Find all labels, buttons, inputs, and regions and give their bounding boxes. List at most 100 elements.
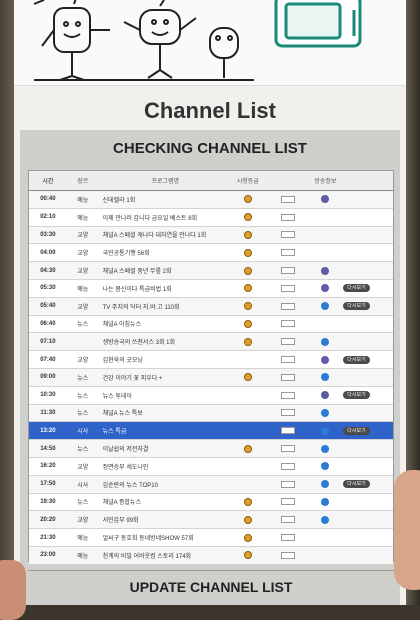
row-genre: 교양 bbox=[77, 464, 89, 471]
info-box-icon[interactable] bbox=[280, 462, 295, 470]
channel-table: 시간 장르 프로그램명 시청등급 방송정보 00:40 예능 신데렐라 1회 02:1… bbox=[28, 170, 394, 565]
table-row[interactable]: 13:20 시사 뉴스 특급 다시보기 bbox=[29, 422, 393, 441]
row-time: 16:20 bbox=[40, 463, 56, 470]
replay-button[interactable]: 다시보기 bbox=[343, 426, 370, 435]
row-program: 신데렐라 1회 bbox=[102, 197, 136, 204]
row-program: 정면승부 세도나인 bbox=[102, 464, 149, 471]
row-rating-cell bbox=[228, 213, 268, 222]
row-rating-cell bbox=[228, 373, 268, 382]
table-row[interactable]: 16:20 교양 정면승부 세도나인 bbox=[29, 458, 393, 476]
table-row[interactable]: 17:50 시사 김순란의 뉴스 TOP10 다시보기 bbox=[29, 475, 393, 494]
broadcast-info-icon[interactable] bbox=[321, 337, 330, 346]
update-channel-list-button[interactable]: UPDATE CHANNEL LIST bbox=[28, 570, 394, 602]
row-time: 19:30 bbox=[40, 498, 56, 505]
broadcast-info-icon[interactable] bbox=[321, 302, 330, 311]
row-program: 이날쉽의 저전자결 bbox=[102, 447, 149, 454]
broadcast-info-icon[interactable] bbox=[321, 497, 330, 506]
table-row[interactable]: 07:10 생방송국의 쓰쳔서스 3회 1회 bbox=[29, 333, 393, 352]
table-row[interactable]: 14:50 뉴스 이날쉽의 저전자결 bbox=[29, 440, 393, 458]
broadcast-info-icon[interactable] bbox=[321, 426, 330, 435]
table-row[interactable]: 04:00 교양 국민공통기행 56회 bbox=[29, 244, 393, 263]
replay-button[interactable]: 다시보기 bbox=[343, 391, 370, 400]
replay-button[interactable]: 다시보기 bbox=[343, 284, 370, 293]
info-box-icon[interactable] bbox=[280, 249, 295, 257]
table-row[interactable]: 05:40 교양 TV 주치의 닥터 지.바.고 110회 다시보기 bbox=[29, 297, 393, 316]
table-row[interactable]: 03:30 교양 채널A 스페셜 캐나다 대자연을 만나다 1회 bbox=[29, 226, 393, 245]
info-box-icon[interactable] bbox=[280, 498, 295, 506]
table-row[interactable]: 07:40 교양 김현욱의 굿모닝 다시보기 bbox=[29, 351, 393, 369]
row-time: 13:20 bbox=[40, 427, 56, 434]
broadcast-info-icon[interactable] bbox=[321, 355, 330, 364]
table-row[interactable]: 04:30 교양 채널A 스페셜 중년 무릎 2회 bbox=[29, 262, 393, 280]
table-body: 00:40 예능 신데렐라 1회 02:10 예능 이제 만나러 갑니다 금요일 베스트 … bbox=[29, 191, 393, 565]
table-row[interactable]: 02:10 예능 이제 만나러 갑니다 금요일 베스트 8회 bbox=[29, 209, 393, 227]
info-box-icon[interactable] bbox=[280, 409, 295, 417]
info-box-icon[interactable] bbox=[280, 391, 295, 399]
row-genre: 교양 bbox=[77, 233, 89, 240]
hand-finger bbox=[0, 560, 26, 620]
table-row[interactable]: 20:20 교양 서민갑부 99회 bbox=[29, 511, 393, 530]
table-row[interactable]: 00:40 예능 신데렐라 1회 bbox=[29, 191, 393, 209]
row-rating-cell bbox=[228, 551, 268, 560]
row-time: 21:30 bbox=[40, 534, 56, 541]
info-box-icon[interactable] bbox=[280, 267, 295, 275]
info-box-icon[interactable] bbox=[280, 373, 295, 381]
table-row[interactable]: 06:40 뉴스 채널A 아침뉴스 bbox=[29, 316, 393, 334]
row-program: 뉴스 투데이 bbox=[102, 393, 132, 400]
info-box-icon[interactable] bbox=[280, 195, 295, 203]
app-screen: Channel List CHECKING CHANNEL LIST 시간 장르… bbox=[14, 0, 406, 605]
table-row[interactable]: 11:30 뉴스 채널A 뉴스 특보 bbox=[29, 404, 393, 423]
info-box-icon[interactable] bbox=[280, 284, 295, 292]
row-program: 생방송국의 쓰쳔서스 3회 1회 bbox=[102, 340, 176, 347]
info-box-icon[interactable] bbox=[280, 480, 295, 488]
info-box-icon[interactable] bbox=[280, 338, 295, 346]
row-rating-cell bbox=[228, 230, 268, 239]
info-box-icon[interactable] bbox=[280, 213, 295, 221]
info-box-icon[interactable] bbox=[280, 231, 295, 239]
broadcast-info-icon[interactable] bbox=[321, 408, 330, 417]
broadcast-info-icon[interactable] bbox=[321, 373, 330, 382]
checking-channel-list-heading: CHECKING CHANNEL LIST bbox=[113, 140, 307, 157]
info-box-icon[interactable] bbox=[280, 427, 295, 435]
row-time: 20:20 bbox=[40, 516, 56, 523]
info-box-icon[interactable] bbox=[280, 516, 295, 524]
info-box-icon[interactable] bbox=[280, 551, 295, 559]
broadcast-info-icon[interactable] bbox=[321, 515, 330, 524]
broadcast-info-icon[interactable] bbox=[321, 391, 330, 400]
table-row[interactable]: 09:00 뉴스 건강 이야기 꽃 피우다 + bbox=[29, 368, 393, 387]
table-row[interactable]: 19:30 뉴스 채널A 종합뉴스 bbox=[29, 494, 393, 512]
broadcast-info-icon[interactable] bbox=[321, 444, 330, 453]
table-row[interactable]: 05:30 예능 나는 몸신이다 특급비법 1회 다시보기 bbox=[29, 280, 393, 298]
row-program: 얼씨구 동호회 동네방네SHOW 57회 bbox=[102, 536, 194, 543]
table-row[interactable]: 10:30 뉴스 뉴스 투데이 다시보기 bbox=[29, 387, 393, 405]
row-box-cell bbox=[268, 409, 308, 417]
info-box-icon[interactable] bbox=[280, 302, 295, 310]
info-box-icon[interactable] bbox=[280, 320, 295, 328]
broadcast-info-icon[interactable] bbox=[321, 195, 330, 204]
info-box-icon[interactable] bbox=[280, 445, 295, 453]
row-rating-cell bbox=[228, 515, 268, 524]
info-box-icon[interactable] bbox=[280, 356, 295, 364]
row-time: 06:40 bbox=[40, 320, 56, 327]
row-box-cell bbox=[268, 338, 308, 346]
row-box-cell bbox=[268, 267, 308, 275]
row-dot-cell bbox=[307, 284, 343, 293]
replay-button[interactable]: 다시보기 bbox=[343, 480, 370, 489]
broadcast-info-icon[interactable] bbox=[321, 284, 330, 293]
replay-button[interactable]: 다시보기 bbox=[343, 355, 370, 364]
broadcast-info-icon[interactable] bbox=[321, 266, 330, 275]
row-genre: 뉴스 bbox=[77, 393, 89, 400]
table-row[interactable]: 23:00 예능 천계의 비밀 어바웃컴 스토리 174회 bbox=[29, 546, 393, 565]
broadcast-info-icon[interactable] bbox=[321, 480, 330, 489]
row-time: 14:50 bbox=[40, 445, 56, 452]
row-time: 09:00 bbox=[40, 374, 56, 381]
row-genre: 교양 bbox=[77, 358, 89, 365]
info-box-icon[interactable] bbox=[280, 534, 295, 542]
row-dot-cell bbox=[307, 302, 343, 311]
table-row[interactable]: 21:30 예능 얼씨구 동호회 동네방네SHOW 57회 bbox=[29, 529, 393, 547]
age-rating-icon bbox=[243, 551, 252, 560]
replay-button[interactable]: 다시보기 bbox=[343, 302, 370, 311]
row-genre: 교양 bbox=[77, 251, 89, 258]
broadcast-info-icon[interactable] bbox=[321, 462, 330, 471]
row-program: 뉴스 특급 bbox=[102, 429, 127, 436]
